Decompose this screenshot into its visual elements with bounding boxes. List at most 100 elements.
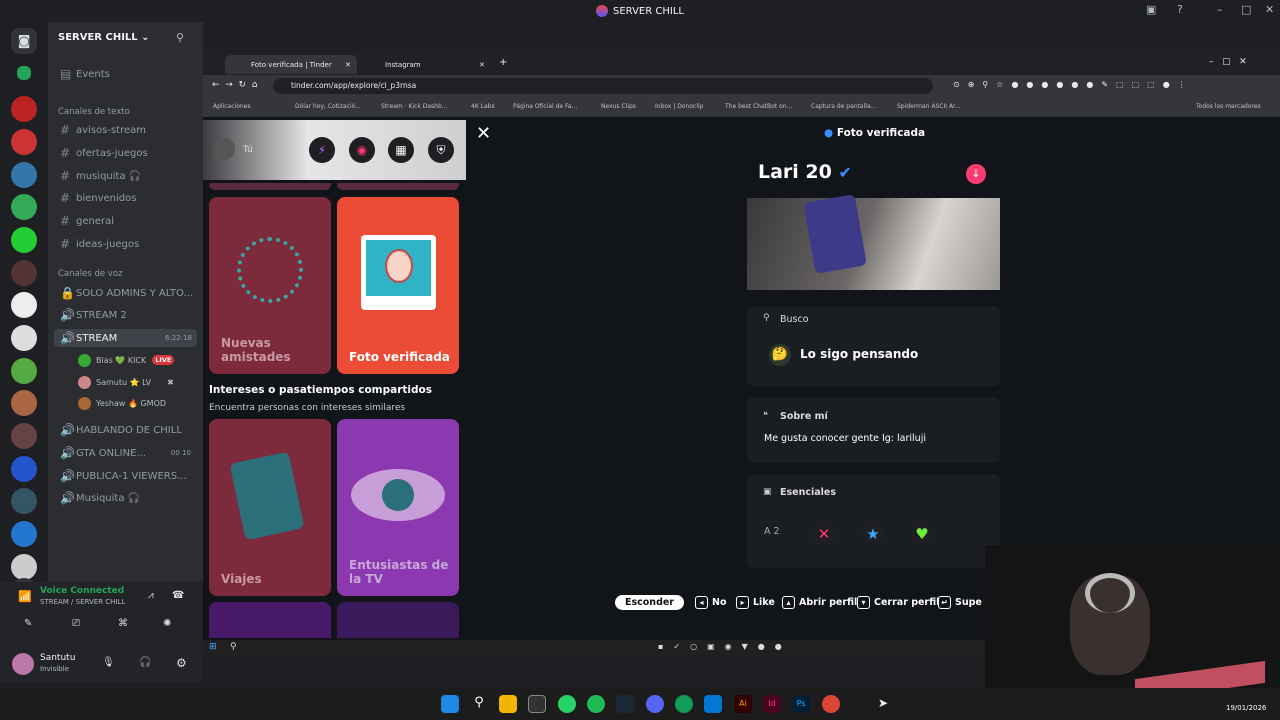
soundboard-icon[interactable]: ✺ <box>163 618 171 629</box>
steam-icon[interactable] <box>616 695 634 713</box>
server-icon[interactable] <box>11 260 37 286</box>
voice-user[interactable]: Yeshaw 🔥 GMOD <box>78 395 166 411</box>
avatar[interactable] <box>12 653 34 675</box>
voice-user[interactable]: Blas 💚 KICK LIVE <box>78 352 175 368</box>
bookmark[interactable]: Captura de pantalla... <box>811 103 876 110</box>
bookmark[interactable]: Dólar hoy, Cotizació... <box>295 103 361 110</box>
server-name[interactable]: SERVER CHILL ⌄ <box>58 32 150 43</box>
all-bookmarks[interactable]: Todos los marcadores <box>1196 103 1261 110</box>
card-viajes[interactable]: Viajes <box>209 419 331 596</box>
voice-channel-path[interactable]: STREAM / SERVER CHILL <box>40 598 125 606</box>
server-icon[interactable] <box>11 390 37 416</box>
file-explorer-icon[interactable] <box>499 695 517 713</box>
nav-arrows-icon[interactable]: ← → ↻ ⌂ <box>212 80 258 90</box>
server-icon[interactable] <box>11 488 37 514</box>
server-icon[interactable] <box>11 325 37 351</box>
close-icon[interactable]: ✕ <box>1265 3 1274 16</box>
server-icon[interactable] <box>11 194 37 220</box>
server-icon[interactable] <box>11 227 37 253</box>
voice-channel-musiquita[interactable]: 🔊 Musiquita 🎧 <box>54 489 197 507</box>
voice-channel-publica[interactable]: 🔊 PUBLICA-1 VIEWERS... <box>54 467 197 485</box>
events-link[interactable]: ▤ Events <box>54 65 197 83</box>
spotify-icon[interactable] <box>587 695 605 713</box>
voice-channel-hablando[interactable]: 🔊 HABLANDO DE CHILL <box>54 421 197 439</box>
noise-icon[interactable]: ⩘ <box>148 590 154 601</box>
disconnect-icon[interactable]: ☎ <box>172 590 184 601</box>
windows-start-icon[interactable] <box>441 695 459 713</box>
nope-button-icon[interactable]: ✕ <box>812 522 836 546</box>
minimize-icon[interactable]: – <box>1217 3 1223 16</box>
help-icon[interactable]: ? <box>1177 3 1183 16</box>
server-icon[interactable] <box>11 456 37 482</box>
chrome-icon[interactable] <box>822 695 840 713</box>
super-like-button-icon[interactable]: ★ <box>861 522 885 546</box>
channel-musiquita[interactable]: # musiquita 🎧 <box>54 167 197 185</box>
hide-button[interactable]: Esconder <box>615 595 684 610</box>
add-member-icon[interactable]: ⚲ <box>176 31 184 44</box>
server-icon[interactable] <box>11 162 37 188</box>
like-button-icon[interactable]: ♥ <box>910 522 934 546</box>
card-nuevas-amistades[interactable]: Nuevas amistades <box>209 197 331 374</box>
card-tv[interactable]: Entusiastas de la TV <box>337 419 459 596</box>
extension-icons[interactable]: ⊙⊕⚲☆●●●●●●✎⬚⬚⬚●⋮ <box>953 80 1194 89</box>
edge-icon[interactable] <box>675 695 693 713</box>
camera-icon[interactable]: ✎ <box>24 618 32 629</box>
bookmark[interactable]: Nexus Clips <box>601 103 636 110</box>
bookmark[interactable]: 4K Labs <box>471 103 495 110</box>
bookmark[interactable]: Aplicaciones <box>213 103 250 110</box>
window-controls[interactable]: – ▢ ✕ <box>1209 57 1247 67</box>
bookmark[interactable]: The best ChatBot on... <box>725 103 792 110</box>
avatar[interactable] <box>213 138 235 160</box>
indesign-icon[interactable]: Id <box>763 695 781 713</box>
shortcut-no[interactable]: ◂ No <box>695 596 726 609</box>
card-foto-verificada[interactable]: Foto verificada <box>337 197 459 374</box>
whatsapp-icon[interactable] <box>558 695 576 713</box>
server-icon[interactable] <box>11 292 37 318</box>
maximize-icon[interactable]: □ <box>1241 3 1251 16</box>
tab-tinder[interactable]: Foto verificada | Tinder ✕ <box>225 55 357 74</box>
tab-instagram[interactable]: Instagram ✕ <box>359 55 491 74</box>
bookmark[interactable]: Página Oficial de Fa... <box>513 103 577 110</box>
profile-photo[interactable] <box>747 194 1000 290</box>
inner-app-icons[interactable]: ▪✓○▣◉▼●● <box>658 642 792 651</box>
bookmark[interactable]: Spiderman ASCII Ar... <box>897 103 961 110</box>
headphones-icon[interactable]: 🎧 <box>139 657 151 668</box>
server-icon[interactable] <box>11 521 37 547</box>
voice-channel-stream[interactable]: 🔊 STREAM 6:22:18 <box>54 329 197 347</box>
bookmark[interactable]: Stream · Kick Dashb... <box>381 103 447 110</box>
voice-channel-gta[interactable]: 🔊 GTA ONLINE... 00 10 <box>54 444 197 462</box>
shield-icon[interactable]: ⛨ <box>428 137 454 163</box>
briefcase-icon[interactable]: ▦ <box>388 137 414 163</box>
server-icon[interactable] <box>11 129 37 155</box>
bookmark[interactable]: Inbox | Donoclip <box>655 103 703 110</box>
windows-start-icon[interactable]: ⊞ <box>209 642 217 652</box>
voice-channel-stream2[interactable]: 🔊 STREAM 2 <box>54 306 197 324</box>
shortcut-like[interactable]: ▸ Like <box>736 596 775 609</box>
arrow-down-icon[interactable]: ↓ <box>966 164 986 184</box>
search-icon[interactable]: ⚲ <box>230 642 237 652</box>
voice-user[interactable]: Samutu ⭐ LV ✖ <box>78 374 174 390</box>
shortcut-close-profile[interactable]: ▾ Cerrar perfil <box>857 596 939 609</box>
terminal-icon[interactable] <box>528 695 546 713</box>
app-icon[interactable] <box>704 695 722 713</box>
illustrator-icon[interactable]: Ai <box>734 695 752 713</box>
channel-avisos[interactable]: # avisos-stream <box>54 121 197 139</box>
shortcut-open-profile[interactable]: ▴ Abrir perfil <box>782 596 857 609</box>
microphone-icon[interactable]: 🎙 <box>102 657 115 668</box>
discord-home-icon[interactable]: ◙ <box>11 28 37 54</box>
channel-ideas[interactable]: # ideas-juegos <box>54 235 197 253</box>
server-icon[interactable] <box>11 358 37 384</box>
discord-icon[interactable] <box>646 695 664 713</box>
server-icon[interactable] <box>11 423 37 449</box>
channel-bienvenidos[interactable]: # bienvenidos <box>54 189 197 207</box>
inbox-icon[interactable]: ▣ <box>1146 3 1156 16</box>
url-field[interactable]: tinder.com/app/explore/cl_p3rnsa <box>273 78 933 94</box>
explore-icon[interactable]: ◉ <box>349 137 375 163</box>
screen-share-icon[interactable]: ⎚ <box>72 618 80 629</box>
boost-icon[interactable]: ⚡ <box>309 137 335 163</box>
search-icon[interactable]: ⚲ <box>470 695 488 713</box>
activities-icon[interactable]: ⌘ <box>118 618 128 629</box>
text-category[interactable]: Canales de texto <box>58 107 130 117</box>
server-icon[interactable] <box>11 96 37 122</box>
server-icon[interactable] <box>17 66 31 80</box>
